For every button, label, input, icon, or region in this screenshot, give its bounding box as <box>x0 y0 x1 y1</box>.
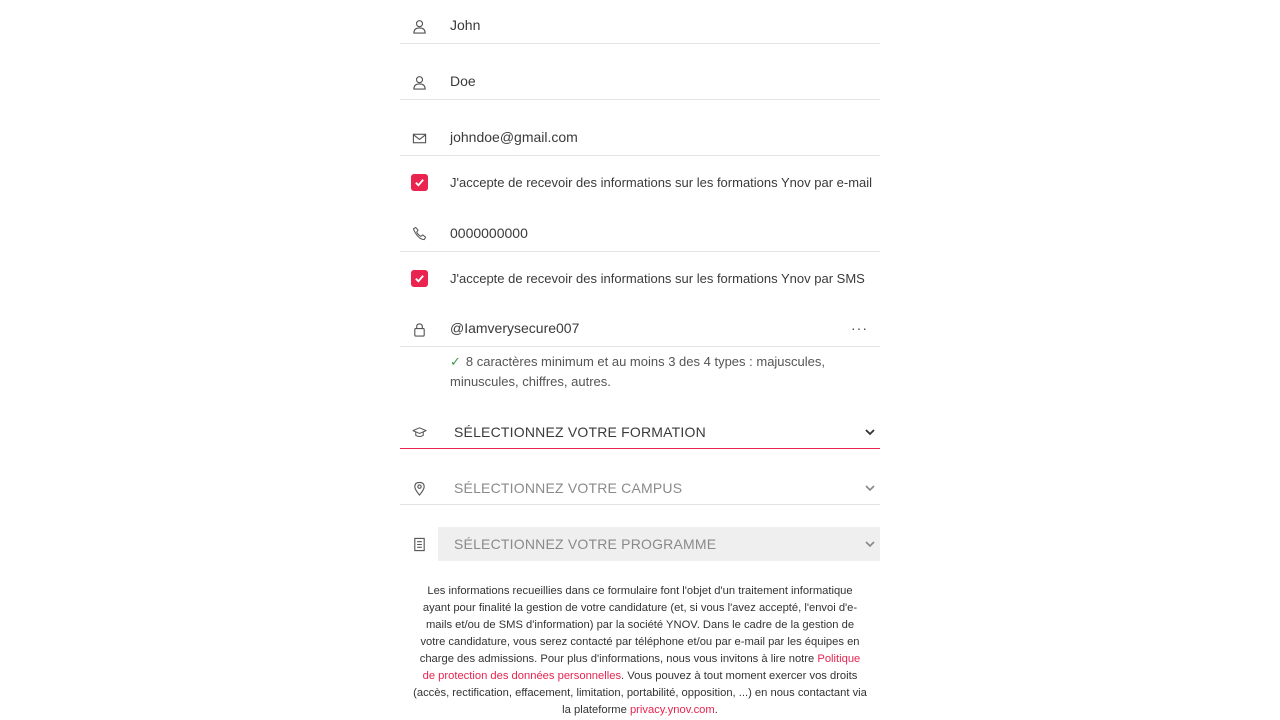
privacy-platform-link[interactable]: privacy.ynov.com <box>630 704 715 716</box>
chevron-down-icon <box>865 541 875 548</box>
programme-select-text: SÉLECTIONNEZ VOTRE PROGRAMME <box>454 536 717 552</box>
password-value[interactable]: @Iamverysecure007 <box>450 320 579 336</box>
mail-icon <box>411 130 427 146</box>
user-icon <box>411 74 427 90</box>
email-value[interactable]: johndoe@gmail.com <box>450 129 578 145</box>
phone-value[interactable]: 0000000000 <box>450 225 528 241</box>
programme-select[interactable]: SÉLECTIONNEZ VOTRE PROGRAMME <box>400 527 880 561</box>
lock-icon <box>411 321 427 337</box>
sms-consent[interactable]: J'accepte de recevoir des informations s… <box>400 264 880 294</box>
check-icon: ✓ <box>450 354 461 369</box>
password-toggle-button[interactable]: ··· <box>851 320 868 336</box>
formation-select[interactable]: SÉLECTIONNEZ VOTRE FORMATION <box>400 415 880 449</box>
first-name-field[interactable]: John <box>400 0 880 44</box>
map-pin-icon <box>411 480 427 496</box>
first-name-value[interactable]: John <box>450 17 480 33</box>
password-hint-text: 8 caractères minimum et au moins 3 des 4… <box>450 354 825 389</box>
graduation-cap-icon <box>411 424 427 440</box>
document-list-icon <box>411 536 427 552</box>
privacy-notice-text-1: Les informations recueillies dans ce for… <box>419 585 860 665</box>
phone-field[interactable]: 0000000000 <box>400 208 880 252</box>
last-name-field[interactable]: Doe <box>400 56 880 100</box>
privacy-notice: Les informations recueillies dans ce for… <box>413 583 867 719</box>
campus-select-box[interactable]: SÉLECTIONNEZ VOTRE CAMPUS <box>438 471 880 505</box>
chevron-down-icon <box>865 429 875 436</box>
check-icon <box>415 275 424 283</box>
email-consent[interactable]: J'accepte de recevoir des informations s… <box>400 168 880 198</box>
email-field[interactable]: johndoe@gmail.com <box>400 112 880 156</box>
campus-select-text: SÉLECTIONNEZ VOTRE CAMPUS <box>454 480 683 496</box>
password-field[interactable]: @Iamverysecure007 ··· <box>400 303 880 347</box>
email-consent-label: J'accepte de recevoir des informations s… <box>450 175 873 190</box>
chevron-down-icon <box>865 485 875 492</box>
formation-select-box[interactable]: SÉLECTIONNEZ VOTRE FORMATION <box>438 415 880 449</box>
email-consent-checkbox[interactable] <box>411 174 428 191</box>
check-icon <box>415 179 424 187</box>
last-name-value[interactable]: Doe <box>450 73 476 89</box>
phone-icon <box>411 225 427 241</box>
formation-select-text: SÉLECTIONNEZ VOTRE FORMATION <box>454 424 706 440</box>
campus-select[interactable]: SÉLECTIONNEZ VOTRE CAMPUS <box>400 471 880 505</box>
sms-consent-checkbox[interactable] <box>411 270 428 287</box>
password-hint: ✓ 8 caractères minimum et au moins 3 des … <box>450 352 870 392</box>
sms-consent-label: J'accepte de recevoir des informations s… <box>450 271 865 286</box>
user-icon <box>411 18 427 34</box>
privacy-notice-text-3: . <box>714 704 718 716</box>
programme-select-box[interactable]: SÉLECTIONNEZ VOTRE PROGRAMME <box>438 527 880 561</box>
